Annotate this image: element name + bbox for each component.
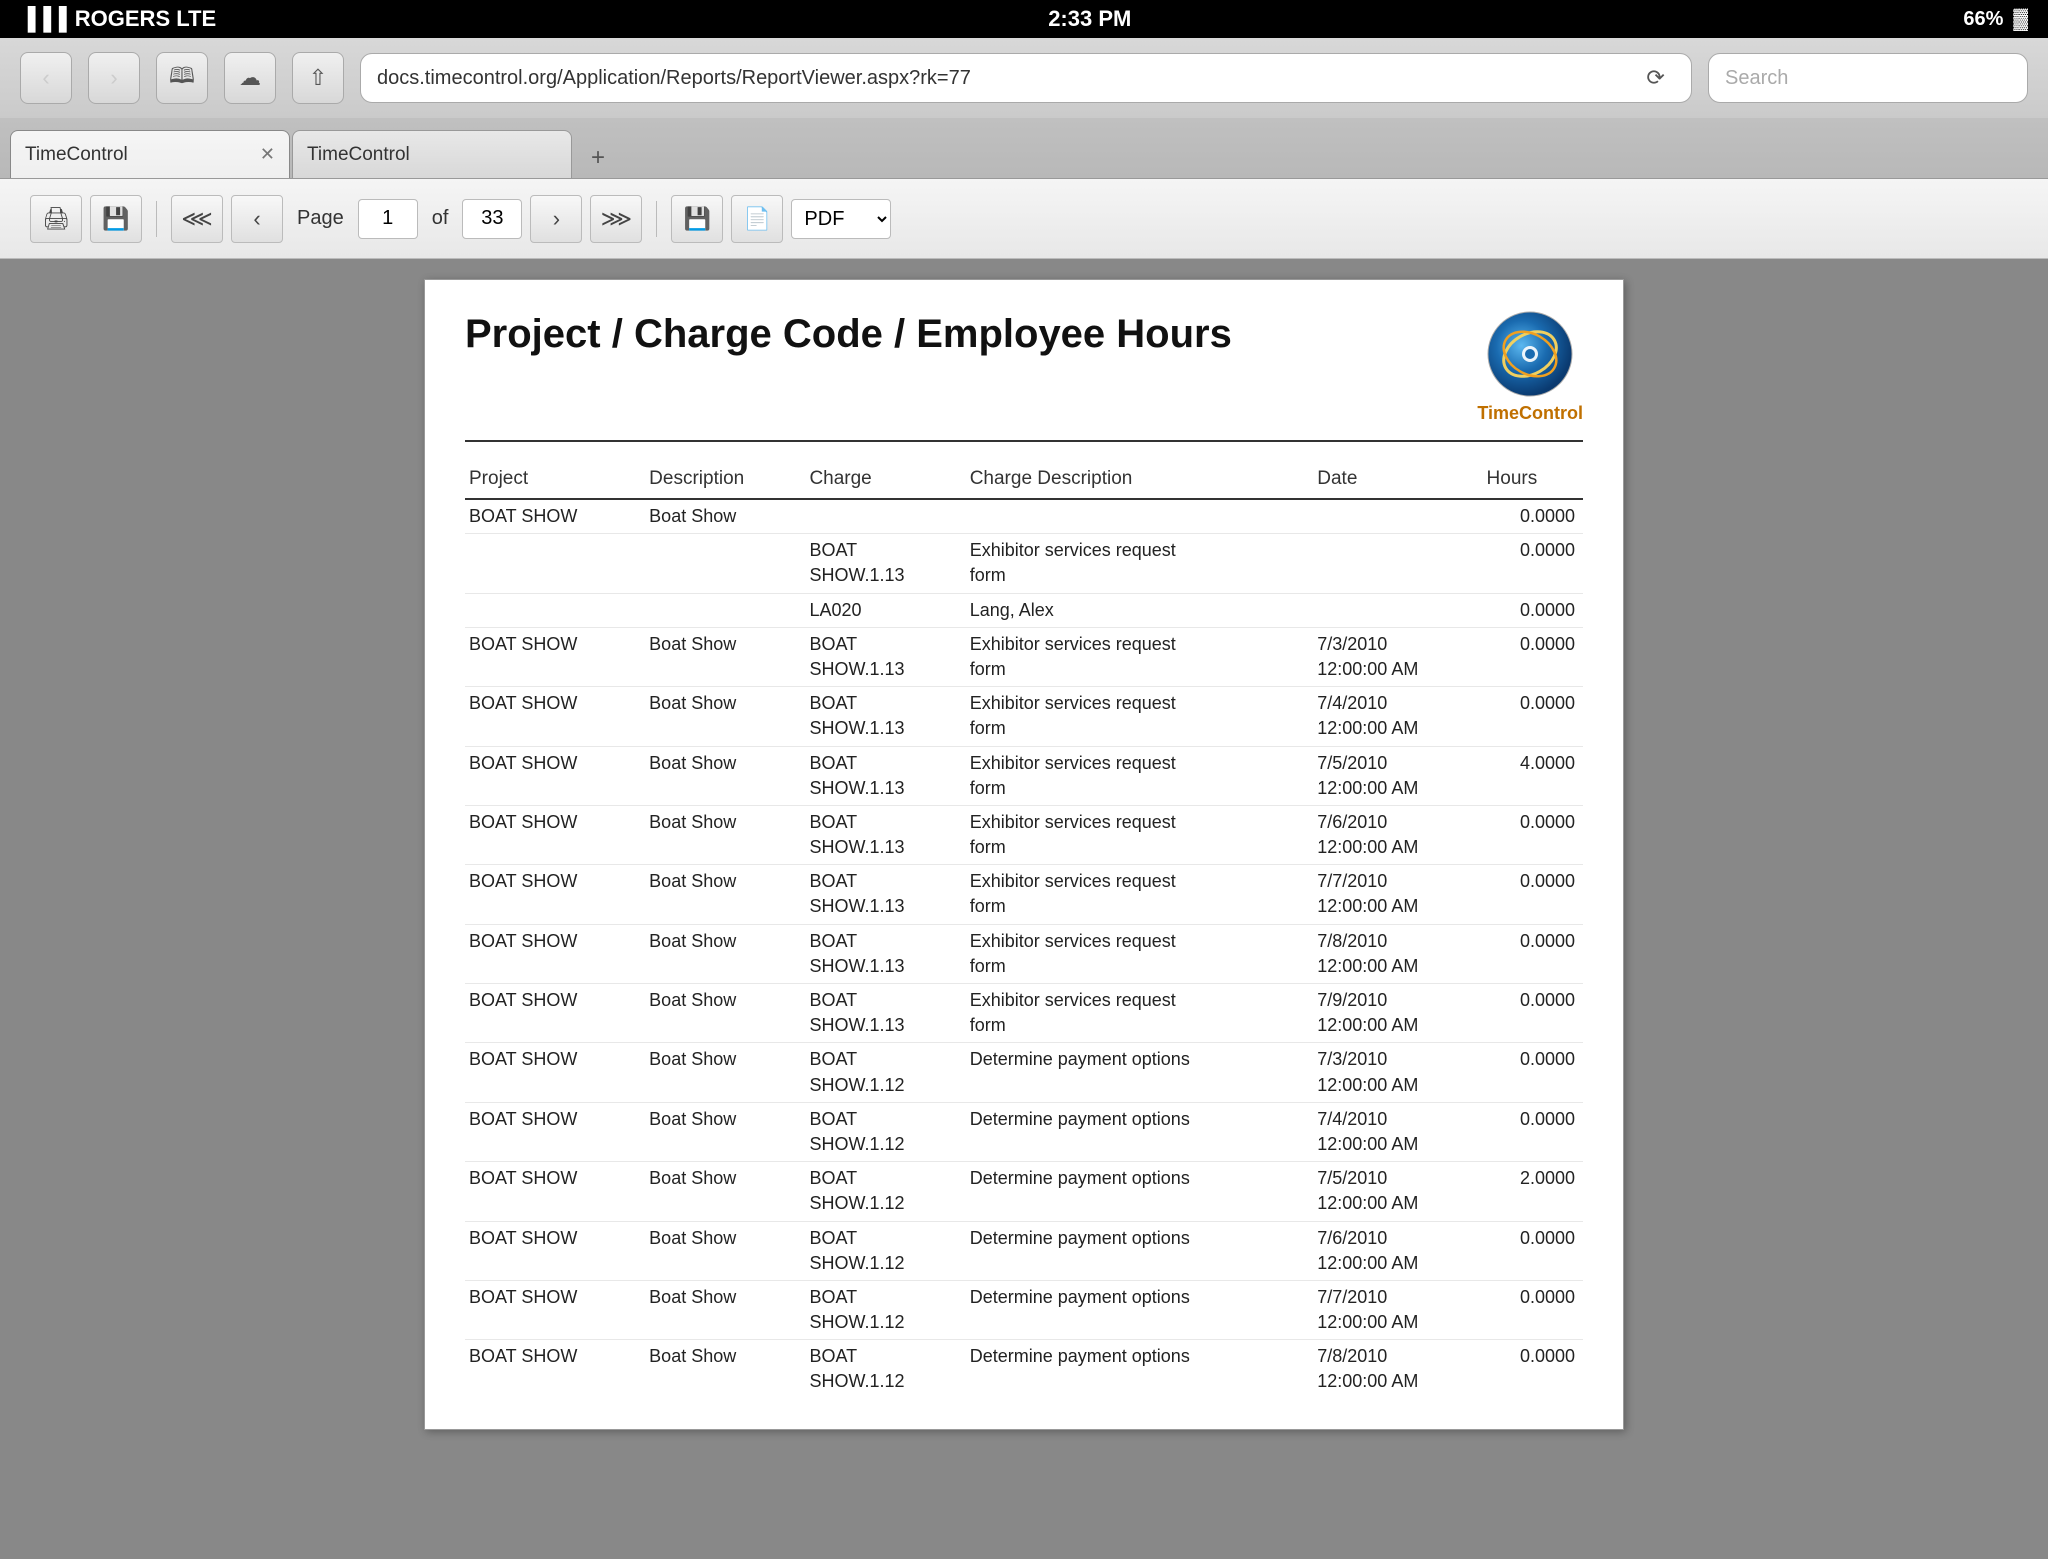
prev-page-button[interactable]: ‹ [231, 195, 283, 243]
table-header-row: Project Description Charge Charge Descri… [465, 462, 1583, 499]
save-as-button[interactable]: 📄 [731, 195, 783, 243]
print-button[interactable]: 🖨 [30, 195, 82, 243]
timecontrol-logo-icon [1486, 310, 1574, 398]
bookmarks-button[interactable]: 🕮 [156, 52, 208, 104]
format-select[interactable]: PDF Excel Word CSV [791, 199, 891, 239]
page-label: Page [297, 207, 344, 230]
table-row: BOAT SHOWBoat ShowBOAT SHOW.1.13Exhibito… [465, 805, 1583, 864]
col-header-description: Description [645, 462, 805, 499]
url-input[interactable] [377, 67, 1636, 90]
tab-timecontrol-2[interactable]: TimeControl [292, 130, 572, 178]
col-header-date: Date [1313, 462, 1482, 499]
table-row: BOAT SHOWBoat ShowBOAT SHOW.1.12Determin… [465, 1221, 1583, 1280]
report-page: Project / Charge Code / Employee Hours [424, 279, 1624, 1430]
battery-text: 66% [1963, 8, 2003, 31]
tab-timecontrol-1[interactable]: TimeControl ✕ [10, 130, 290, 178]
table-row: LA020Lang, Alex0.0000 [465, 593, 1583, 627]
search-placeholder: Search [1725, 67, 1788, 90]
save-button[interactable]: 💾 [671, 195, 723, 243]
col-header-charge-description: Charge Description [966, 462, 1314, 499]
carrier-signal: ▐▐▐ ROGERS LTE [20, 6, 216, 32]
table-row: BOAT SHOWBoat ShowBOAT SHOW.1.13Exhibito… [465, 687, 1583, 746]
table-row: BOAT SHOWBoat ShowBOAT SHOW.1.13Exhibito… [465, 924, 1583, 983]
search-bar[interactable]: Search [1708, 53, 2028, 103]
report-header: Project / Charge Code / Employee Hours [465, 310, 1583, 442]
reload-button[interactable]: ⟳ [1636, 58, 1675, 98]
toolbar-sep-2 [656, 201, 657, 237]
new-tab-button[interactable]: + [578, 138, 618, 178]
table-row: BOAT SHOWBoat ShowBOAT SHOW.1.12Determin… [465, 1102, 1583, 1161]
report-logo: TimeControl [1477, 310, 1583, 424]
col-header-charge: Charge [805, 462, 965, 499]
table-row: BOAT SHOWBoat ShowBOAT SHOW.1.12Determin… [465, 1162, 1583, 1221]
nav-bar: ‹ › 🕮 ☁ ⇧ ⟳ Search [0, 38, 2048, 118]
tab-bar: TimeControl ✕ TimeControl + [0, 118, 2048, 178]
status-bar: ▐▐▐ ROGERS LTE 2:33 PM 66% ▓ [0, 0, 2048, 38]
first-page-button[interactable]: ⋘ [171, 195, 223, 243]
cloud-button[interactable]: ☁ [224, 52, 276, 104]
current-page-input[interactable] [358, 199, 418, 239]
last-page-button[interactable]: ⋙ [590, 195, 642, 243]
back-button[interactable]: ‹ [20, 52, 72, 104]
table-row: BOAT SHOW.1.13Exhibitor services request… [465, 534, 1583, 593]
table-row: BOAT SHOWBoat ShowBOAT SHOW.1.12Determin… [465, 1280, 1583, 1339]
col-header-hours: Hours [1483, 462, 1583, 499]
table-row: BOAT SHOWBoat ShowBOAT SHOW.1.13Exhibito… [465, 984, 1583, 1043]
address-bar[interactable]: ⟳ [360, 53, 1692, 103]
tab-label-1: TimeControl [25, 144, 128, 166]
report-title: Project / Charge Code / Employee Hours [465, 310, 1232, 358]
export-button[interactable]: 💾 [90, 195, 142, 243]
table-row: BOAT SHOWBoat ShowBOAT SHOW.1.13Exhibito… [465, 865, 1583, 924]
total-pages: 33 [462, 199, 522, 239]
of-label: of [432, 207, 449, 230]
table-row: BOAT SHOWBoat ShowBOAT SHOW.1.12Determin… [465, 1043, 1583, 1102]
browser-chrome: ‹ › 🕮 ☁ ⇧ ⟳ Search TimeControl ✕ TimeCon… [0, 38, 2048, 179]
col-header-project: Project [465, 462, 645, 499]
toolbar-sep-1 [156, 201, 157, 237]
table-row: BOAT SHOWBoat ShowBOAT SHOW.1.13Exhibito… [465, 627, 1583, 686]
carrier-text: ROGERS LTE [75, 6, 216, 32]
logo-label: TimeControl [1477, 403, 1583, 424]
battery-area: 66% ▓ [1963, 8, 2028, 31]
table-row: BOAT SHOWBoat Show0.0000 [465, 499, 1583, 534]
table-row: BOAT SHOWBoat ShowBOAT SHOW.1.13Exhibito… [465, 746, 1583, 805]
report-container: Project / Charge Code / Employee Hours [0, 259, 2048, 1559]
signal-icon: ▐▐▐ [20, 6, 67, 32]
share-button[interactable]: ⇧ [292, 52, 344, 104]
tab-label-2: TimeControl [307, 144, 410, 166]
next-page-button[interactable]: › [530, 195, 582, 243]
table-row: BOAT SHOWBoat ShowBOAT SHOW.1.12Determin… [465, 1340, 1583, 1399]
forward-button[interactable]: › [88, 52, 140, 104]
battery-icon: ▓ [2013, 8, 2028, 31]
report-toolbar: 🖨 💾 ⋘ ‹ Page of 33 › ⋙ 💾 📄 PDF Excel Wor… [0, 179, 2048, 259]
report-table: Project Description Charge Charge Descri… [465, 462, 1583, 1399]
time-display: 2:33 PM [1048, 6, 1131, 32]
tab-close-1[interactable]: ✕ [260, 144, 275, 165]
